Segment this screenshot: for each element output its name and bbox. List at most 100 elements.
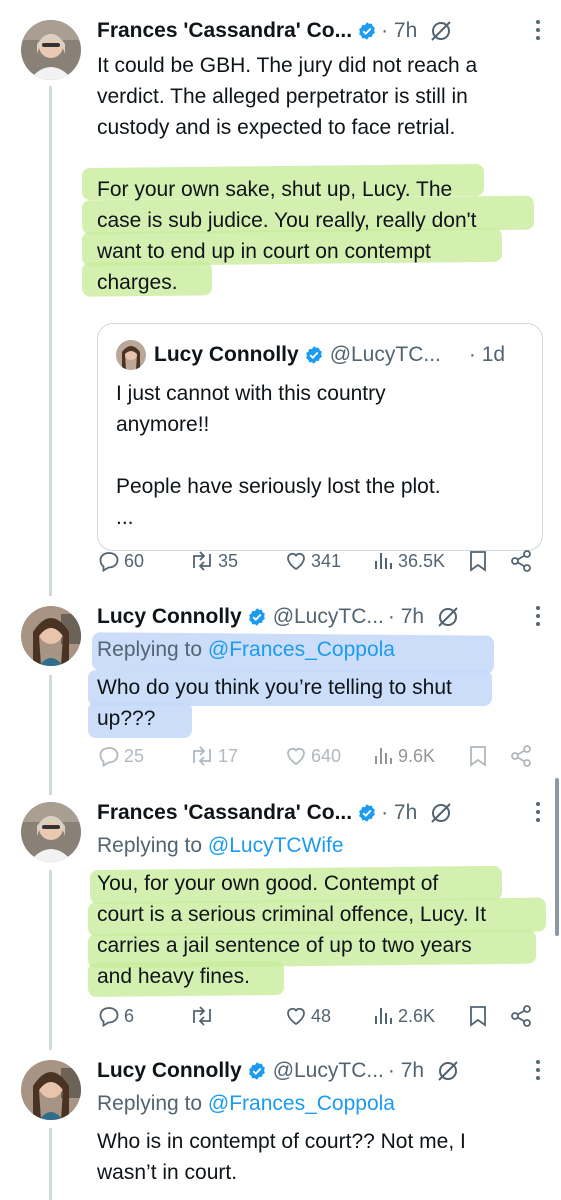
like-icon [287,552,305,571]
views-icon [375,553,392,569]
bookmark-icon [470,746,486,767]
more-icon[interactable] [535,1060,541,1084]
author-handle[interactable]: @LucyTC... [273,1059,384,1083]
reply-count: 25 [124,745,145,766]
avatar[interactable] [21,1060,81,1120]
verified-badge-icon [247,1061,267,1081]
more-icon[interactable] [535,20,541,44]
avatar[interactable] [21,20,81,80]
tweet-text-highlighted: You, for your own good. Contempt of cour… [97,872,487,988]
like-count: 48 [311,1005,332,1026]
grok-icon[interactable] [436,1059,460,1083]
views-icon [375,748,392,764]
repost-icon [193,551,211,571]
repost-button[interactable]: 35 [189,549,238,573]
timestamp[interactable]: · 7h [381,19,417,43]
repost-button[interactable]: 17 [189,744,238,768]
replying-to-link[interactable]: @LucyTCWife [208,834,344,857]
author-name[interactable]: Frances 'Cassandra' Co... [97,19,352,43]
more-icon[interactable] [535,606,541,630]
replying-to-link[interactable]: @Frances_Coppola [208,638,395,661]
views-button[interactable]: 9.6K [373,744,435,768]
quote-timestamp: · 1d [468,343,506,366]
timestamp[interactable]: · 7h [388,1059,424,1083]
quote-handle: @LucyTC... [329,343,441,366]
verified-badge-icon [304,345,324,365]
repost-icon [193,746,211,766]
reply-button[interactable]: 60 [97,549,144,573]
like-icon [287,1007,305,1026]
avatar[interactable] [21,606,81,666]
replying-to: Replying to @Frances_Coppola [97,1092,395,1116]
share-icon [511,745,531,767]
reply-icon [99,747,119,768]
tweet-text-highlighted: For your own sake, shut up, Lucy. The ca… [97,178,477,294]
like-button[interactable]: 48 [284,1004,331,1028]
timestamp[interactable]: · 7h [381,801,417,825]
tweet-header: Frances 'Cassandra' Co... · 7h [97,16,453,46]
replying-to: Replying to @LucyTCWife [97,834,344,858]
reply-button[interactable]: 6 [97,1004,134,1028]
views-count: 2.6K [398,1005,436,1026]
tweet-header: Lucy Connolly @LucyTC... · 7h [97,602,460,632]
share-button[interactable] [509,1004,536,1028]
bookmark-button[interactable] [467,744,492,768]
tweet-text: It could be GBH. The jury did not reach … [97,54,478,139]
reply-icon [99,552,119,573]
reply-count: 60 [124,550,145,571]
tweet[interactable]: Frances 'Cassandra' Co... · 7h It could … [0,16,561,586]
views-button[interactable]: 2.6K [373,1004,435,1028]
action-bar: 6 48 2.6K [97,1004,537,1034]
like-button[interactable]: 640 [284,744,341,768]
reply-button[interactable]: 25 [97,744,144,768]
bookmark-button[interactable] [467,1004,492,1028]
quote-text: I just cannot with this country anymore!… [116,382,441,529]
repost-count: 35 [218,550,239,571]
tweet-header: Frances 'Cassandra' Co... · 7h [97,798,453,828]
grok-icon[interactable] [429,801,453,825]
tweet-text: Who do you think you’re telling to shut … [97,676,452,730]
avatar[interactable] [21,802,81,862]
repost-icon [193,1006,211,1026]
quote-author-name: Lucy Connolly [154,343,299,366]
tweet[interactable]: Frances 'Cassandra' Co... · 7h Replying … [0,798,561,1038]
replying-prefix: Replying to [97,834,203,857]
timestamp[interactable]: · 7h [388,605,424,629]
tweet-text: Who is in contempt of court?? Not me, I … [97,1130,466,1184]
views-icon [375,1008,392,1024]
tweet-header: Lucy Connolly @LucyTC... · 7h [97,1056,460,1086]
replying-to-link[interactable]: @Frances_Coppola [208,1092,395,1115]
share-icon [511,1005,531,1027]
tweet[interactable]: Lucy Connolly @LucyTC... · 7h Replying t… [0,602,561,787]
verified-badge-icon [357,803,377,823]
tweet[interactable]: Lucy Connolly @LucyTC... · 7h Replying t… [0,1056,561,1200]
action-bar: 60 35 341 36.5K [97,549,537,579]
repost-button[interactable] [189,1004,218,1028]
grok-icon[interactable] [436,605,460,629]
like-icon [287,747,305,766]
bookmark-button[interactable] [467,549,492,573]
replying-prefix: Replying to [97,1092,203,1115]
views-count: 9.6K [398,745,436,766]
like-button[interactable]: 341 [284,549,341,573]
replying-prefix: Replying to [97,638,203,661]
reply-count: 6 [124,1005,135,1026]
share-button[interactable] [509,549,536,573]
share-button[interactable] [509,744,536,768]
views-button[interactable]: 36.5K [373,549,445,573]
like-count: 640 [311,745,342,766]
quote-avatar [116,340,146,370]
more-icon[interactable] [535,802,541,826]
reply-icon [99,1007,119,1028]
author-handle[interactable]: @LucyTC... [273,605,384,629]
author-name[interactable]: Frances 'Cassandra' Co... [97,801,352,825]
grok-icon[interactable] [429,19,453,43]
share-icon [511,550,531,572]
author-name[interactable]: Lucy Connolly [97,605,242,629]
author-name[interactable]: Lucy Connolly [97,1059,242,1083]
quoted-tweet[interactable]: Lucy Connolly @LucyTC... · 1d I just can… [97,323,543,551]
replying-to: Replying to @Frances_Coppola [97,638,395,662]
bookmark-icon [470,1006,486,1027]
verified-badge-icon [357,21,377,41]
scrollbar[interactable] [555,778,559,936]
